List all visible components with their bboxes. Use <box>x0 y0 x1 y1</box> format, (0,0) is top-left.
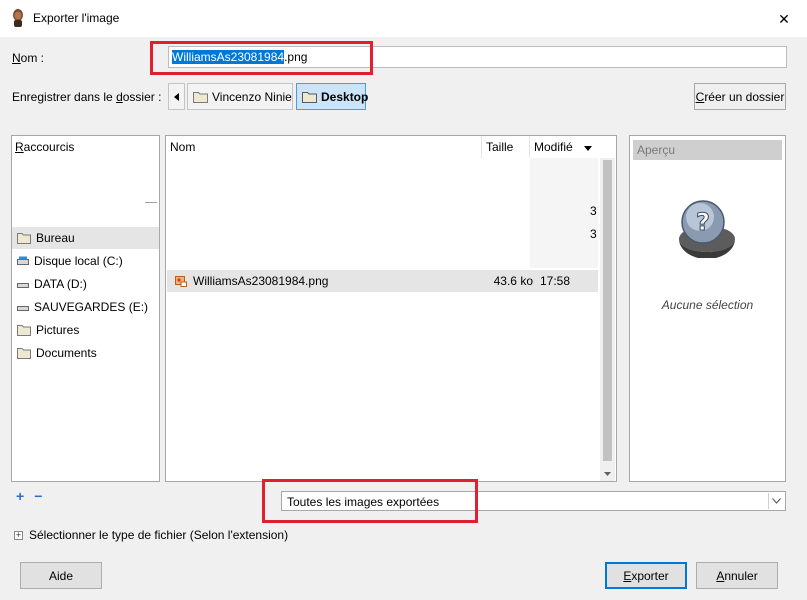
vertical-scrollbar[interactable] <box>600 158 615 481</box>
create-folder-button[interactable]: Créer un dossier <box>694 83 786 110</box>
file-name: WilliamsAs23081984.png <box>193 274 329 288</box>
expand-plus-icon: + <box>14 529 23 540</box>
file-list-panel: Nom Taille Modifié 3 3 WilliamsAs2308198… <box>165 135 617 482</box>
places-separator <box>145 202 157 203</box>
folder-icon <box>302 91 317 103</box>
place-item-disque-local-c[interactable]: Disque local (C:) <box>12 250 159 272</box>
title-bar: Exporter l'image ✕ <box>0 0 807 38</box>
close-icon: ✕ <box>778 10 790 27</box>
arrow-down-icon <box>604 471 611 476</box>
column-header-modified[interactable]: Modifié <box>530 136 598 158</box>
triangle-left-icon <box>173 90 180 104</box>
modified-column-bg <box>530 158 598 268</box>
scrollbar-thumb[interactable] <box>603 160 612 461</box>
breadcrumb-vincenzo-ninie[interactable]: Vincenzo Ninie <box>187 83 293 110</box>
folder-icon <box>193 91 208 103</box>
folder-icon <box>17 324 31 336</box>
file-size: 43.6 ko <box>493 274 533 288</box>
preview-panel: Aperçu ? Aucune sélection <box>629 135 786 482</box>
place-item-documents[interactable]: Documents <box>12 342 159 364</box>
dialog-body: Nom : WilliamsAs23081984.png Enregistrer… <box>0 38 807 600</box>
place-item-data-d[interactable]: DATA (D:) <box>12 273 159 295</box>
file-type-expander[interactable]: + Sélectionner le type de fichier (Selon… <box>14 528 288 542</box>
chevron-down-icon <box>772 498 781 504</box>
folder-icon <box>17 347 31 359</box>
gimp-app-icon <box>10 9 26 27</box>
preview-header: Aperçu <box>633 140 782 160</box>
no-selection-text: Aucune sélection <box>661 298 754 312</box>
column-header-name[interactable]: Nom <box>166 136 482 158</box>
filename-extension: .png <box>284 50 308 64</box>
filter-selected-value: Toutes les images exportées <box>287 495 440 509</box>
file-row[interactable]: WilliamsAs23081984.png 43.6 ko 17:58 <box>167 270 598 292</box>
filename-input[interactable]: WilliamsAs23081984.png <box>168 46 787 68</box>
breadcrumb-label: Vincenzo Ninie <box>212 89 292 104</box>
place-item-pictures[interactable]: Pictures <box>12 319 159 341</box>
name-label: Nom : <box>12 51 45 65</box>
combo-arrow[interactable] <box>768 493 784 509</box>
path-back-button[interactable] <box>168 83 185 110</box>
breadcrumb-desktop[interactable]: Desktop <box>296 83 369 110</box>
bookmark-controls: + − <box>16 488 42 504</box>
export-button[interactable]: Exporter <box>605 562 687 589</box>
places-panel: Raccourcis Bureau Disque local (C:) DATA… <box>11 135 160 482</box>
drive-icon <box>17 256 29 266</box>
svg-text:?: ? <box>696 208 710 236</box>
place-item-sauvegardes-e[interactable]: SAUVEGARDES (E:) <box>12 296 159 318</box>
cancel-button[interactable]: Annuler <box>696 562 778 589</box>
scroll-down-button[interactable] <box>600 466 615 481</box>
add-bookmark-button[interactable]: + <box>16 488 24 504</box>
place-item-bureau[interactable]: Bureau <box>12 227 159 249</box>
window-title: Exporter l'image <box>33 11 120 25</box>
sort-descending-icon <box>584 140 592 154</box>
breadcrumb-label: Desktop <box>321 89 369 104</box>
close-button[interactable]: ✕ <box>761 0 807 38</box>
remove-bookmark-button[interactable]: − <box>34 488 42 504</box>
question-mark-icon: ? <box>677 198 737 261</box>
file-modified: 17:58 <box>540 274 571 288</box>
save-folder-label: Enregistrer dans le dossier : <box>12 90 162 104</box>
clipped-modified-text: 3 <box>590 204 597 218</box>
image-file-icon <box>171 275 191 287</box>
clipped-modified-text: 3 <box>590 227 597 241</box>
drive-icon <box>17 279 29 289</box>
column-header-size[interactable]: Taille <box>482 136 530 158</box>
file-type-label: Sélectionner le type de fichier (Selon l… <box>29 528 289 542</box>
help-button[interactable]: Aide <box>20 562 102 589</box>
places-header: Raccourcis <box>15 140 75 154</box>
filename-selected-text: WilliamsAs23081984 <box>172 50 285 64</box>
folder-icon <box>17 232 31 244</box>
drive-icon <box>17 302 29 312</box>
file-filter-combo[interactable]: Toutes les images exportées <box>281 491 786 511</box>
